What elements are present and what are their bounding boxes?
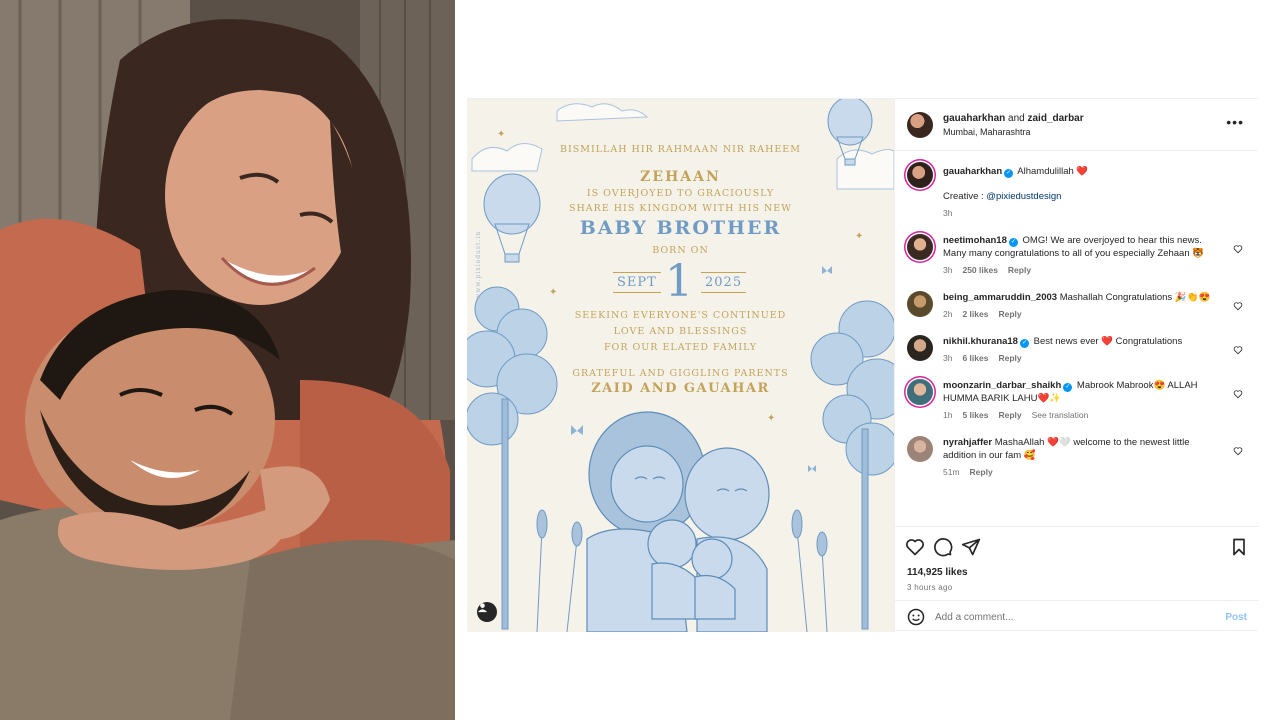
invite-month: SEPT xyxy=(613,272,661,293)
caption-credit-label: Creative : xyxy=(943,191,984,202)
svg-text:✦: ✦ xyxy=(497,129,505,140)
invite-parents: ZAID AND GAUAHAR xyxy=(591,381,770,396)
post-image[interactable]: ✦ ✦ ✦ ✦ BISMILLAH HIR RAHMAAN NIR RAHEEM… xyxy=(467,99,894,632)
comment-icon[interactable] xyxy=(933,537,953,557)
comment-avatar[interactable] xyxy=(907,335,933,361)
verified-badge-icon: ✓ xyxy=(1063,383,1073,392)
comment-input[interactable] xyxy=(935,611,1226,623)
caption-credit: Creative : @pixiedustdesign xyxy=(943,190,1088,203)
comment-reply-button[interactable]: Reply xyxy=(970,467,993,477)
post-caption: gauaharkhan ✓ Alhamdulillah ❤️ Creative :… xyxy=(907,162,1247,220)
verified-badge-icon: ✓ xyxy=(1004,169,1014,178)
invite-born-on: BORN ON xyxy=(652,245,709,256)
comment-username[interactable]: nikhil.khurana18 xyxy=(943,336,1018,347)
post-header: gauaharkhan and zaid_darbar Mumbai, Maha… xyxy=(895,99,1258,151)
comment-like-heart-icon[interactable] xyxy=(1233,301,1243,311)
comment-item: being_ammaruddin_2003 Mashallah Congratu… xyxy=(907,291,1247,321)
invite-line-3: SHARE HIS KINGDOM WITH HIS NEW xyxy=(569,203,792,214)
verified-badge-icon: ✓ xyxy=(1008,238,1018,247)
post-side-panel: gauaharkhan and zaid_darbar Mumbai, Maha… xyxy=(894,99,1259,632)
comment-like-heart-icon[interactable] xyxy=(1233,389,1243,399)
comment-like-heart-icon[interactable] xyxy=(1233,446,1243,456)
comment-text: Mashallah Congratulations 🎉👏😍 xyxy=(1059,292,1211,303)
emoji-icon[interactable] xyxy=(907,608,925,626)
bookmark-icon[interactable] xyxy=(1229,537,1249,557)
invite-line-6: FOR OUR ELATED FAMILY xyxy=(603,342,758,353)
caption-avatar[interactable] xyxy=(907,162,933,188)
comment-time: 51m xyxy=(943,467,960,477)
caption-time: 3h xyxy=(943,208,953,218)
comment-reply-button[interactable]: Reply xyxy=(998,410,1021,420)
invite-headline: BABY BROTHER xyxy=(579,217,782,239)
author-username-1[interactable]: gauaharkhan xyxy=(943,113,1005,124)
caption-meta: 3h xyxy=(943,207,1088,220)
caption-credit-link[interactable]: @pixiedustdesign xyxy=(986,191,1061,202)
invite-child-name: ZEHAAN xyxy=(640,169,721,185)
tagged-users-button[interactable] xyxy=(477,602,497,622)
post-timestamp: 3 hours ago xyxy=(907,583,953,592)
comment-likes[interactable]: 2 likes xyxy=(962,309,988,319)
caption-username[interactable]: gauaharkhan xyxy=(943,166,1002,177)
comment-reply-button[interactable]: Reply xyxy=(998,309,1021,319)
comment-avatar[interactable] xyxy=(907,291,933,317)
invite-line-5: LOVE AND BLESSINGS xyxy=(613,326,748,337)
comment-like-heart-icon[interactable] xyxy=(1233,345,1243,355)
user-icon xyxy=(477,603,488,613)
instagram-post: ✦ ✦ ✦ ✦ BISMILLAH HIR RAHMAAN NIR RAHEEM… xyxy=(467,98,1259,632)
invite-date: SEPT 1 2025 xyxy=(467,256,894,307)
post-actions: 114,925 likes 3 hours ago Post xyxy=(895,526,1259,632)
invite-watermark: www.pixiedust.in xyxy=(475,230,482,299)
couple-photo-illustration xyxy=(0,0,455,720)
invite-line-2: IS OVERJOYED TO GRACIOUSLY xyxy=(586,188,775,199)
comment-avatar[interactable] xyxy=(907,234,933,260)
svg-text:✦: ✦ xyxy=(767,413,775,424)
comment-username[interactable]: nyrahjaffer xyxy=(943,437,992,448)
comment-avatar[interactable] xyxy=(907,379,933,405)
invite-year: 2025 xyxy=(701,272,747,293)
comment-item: nikhil.khurana18 ✓ Best news ever ❤️ Cong… xyxy=(907,335,1247,365)
like-heart-icon[interactable] xyxy=(905,537,925,557)
author-avatar[interactable] xyxy=(907,111,933,138)
invite-day: 1 xyxy=(665,256,693,307)
comment-time: 3h xyxy=(943,353,953,363)
comment-likes[interactable]: 250 likes xyxy=(962,265,997,275)
comment-time: 2h xyxy=(943,309,953,319)
verified-badge-icon: ✓ xyxy=(1019,339,1029,348)
author-username-2[interactable]: zaid_darbar xyxy=(1028,113,1084,124)
comment-username[interactable]: being_ammaruddin_2003 xyxy=(943,292,1057,303)
comment-reply-button[interactable]: Reply xyxy=(1008,265,1031,275)
post-authors: gauaharkhan and zaid_darbar xyxy=(943,113,1084,124)
comment-username[interactable]: neetimohan18 xyxy=(943,235,1007,246)
comment-time: 3h xyxy=(943,265,953,275)
invite-line-4: SEEKING EVERYONE'S CONTINUED xyxy=(574,310,787,321)
author-joiner: and xyxy=(1008,112,1025,124)
comment-text: Best news ever ❤️ Congratulations xyxy=(1033,336,1183,347)
comment-reply-button[interactable]: Reply xyxy=(998,353,1021,363)
see-translation-link[interactable]: See translation xyxy=(1032,410,1089,420)
like-count[interactable]: 114,925 likes xyxy=(907,567,968,578)
comment-avatar[interactable] xyxy=(907,436,933,462)
comment-like-heart-icon[interactable] xyxy=(1233,244,1243,254)
comment-time: 1h xyxy=(943,410,953,420)
comments-list[interactable]: gauaharkhan ✓ Alhamdulillah ❤️ Creative :… xyxy=(895,152,1259,520)
invite-greeting: BISMILLAH HIR RAHMAAN NIR RAHEEM xyxy=(560,144,801,155)
post-comment-button[interactable]: Post xyxy=(1225,612,1247,623)
invite-line-7: GRATEFUL AND GIGGLING PARENTS xyxy=(572,368,789,379)
comment-likes[interactable]: 5 likes xyxy=(962,410,988,420)
left-photo xyxy=(0,0,455,720)
comment-likes[interactable]: 6 likes xyxy=(962,353,988,363)
post-location[interactable]: Mumbai, Maharashtra xyxy=(943,127,1084,137)
caption-text: Alhamdulillah ❤️ xyxy=(1017,166,1089,177)
more-options-icon[interactable]: ••• xyxy=(1226,115,1244,129)
comment-item: neetimohan18 ✓ OMG! We are overjoyed to h… xyxy=(907,234,1247,277)
comment-username[interactable]: moonzarin_darbar_shaikh xyxy=(943,380,1061,391)
comment-item: moonzarin_darbar_shaikh ✓ Mabrook Mabrook… xyxy=(907,379,1247,422)
add-comment-bar: Post xyxy=(895,600,1259,633)
comment-item: nyrahjaffer MashaAllah ❤️🤍 welcome to th… xyxy=(907,436,1247,479)
share-icon[interactable] xyxy=(961,537,981,557)
